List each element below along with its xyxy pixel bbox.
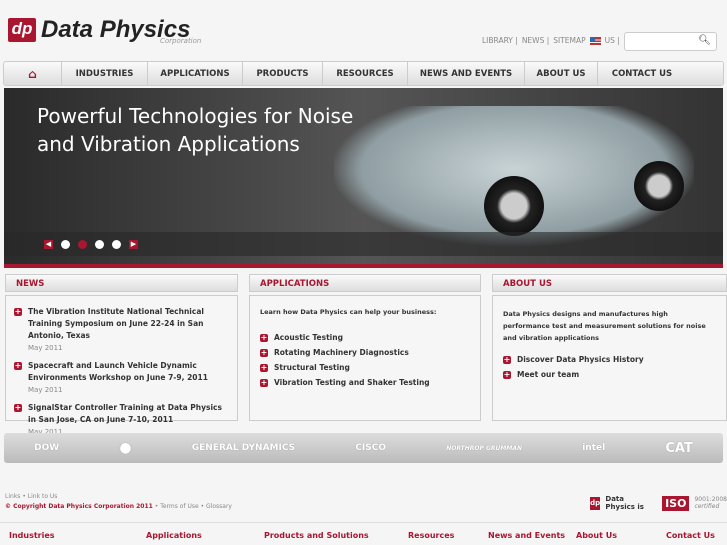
library-link[interactable]: LIBRARY | bbox=[482, 36, 518, 45]
car-image bbox=[334, 106, 694, 246]
terms-link[interactable]: • Terms of Use • Glossary bbox=[153, 503, 232, 510]
iso-mark: ISO bbox=[662, 495, 690, 511]
cat-logo[interactable]: CAT bbox=[665, 441, 692, 456]
about-link[interactable]: + Meet our team bbox=[503, 369, 716, 381]
plus-icon: + bbox=[260, 348, 268, 357]
nav-products[interactable]: PRODUCTS bbox=[243, 62, 323, 85]
slide-dot[interactable] bbox=[95, 239, 104, 249]
plus-icon: + bbox=[260, 333, 268, 342]
hero-banner[interactable]: Powerful Technologies for Noise and Vibr… bbox=[4, 88, 723, 268]
news-item[interactable]: + Spacecraft and Launch Vehicle Dynamic E… bbox=[14, 360, 229, 396]
nav-applications[interactable]: APPLICATIONS bbox=[148, 62, 243, 85]
footer-resources[interactable]: Resources bbox=[408, 531, 454, 540]
footer-news[interactable]: News and Events bbox=[488, 531, 565, 540]
nav-news-events[interactable]: NEWS AND EVENTS bbox=[408, 62, 525, 85]
nav-about[interactable]: ABOUT US bbox=[525, 62, 598, 85]
divider bbox=[0, 522, 727, 523]
footer-products[interactable]: Products and Solutions bbox=[264, 531, 369, 540]
sitemap-link[interactable]: SITEMAP bbox=[553, 36, 585, 45]
client-logos: DOW ● GENERAL DYNAMICS CISCO NORTHROP GR… bbox=[4, 433, 723, 463]
copyright: © Copyright Data Physics Corporation 201… bbox=[5, 503, 153, 510]
home-icon[interactable]: ⌂ bbox=[4, 62, 62, 85]
footer-applications[interactable]: Applications bbox=[146, 531, 202, 540]
links-link[interactable]: Links • Link to Us bbox=[5, 492, 232, 502]
about-intro: Data Physics designs and manufactures hi… bbox=[503, 310, 706, 342]
intel-logo[interactable]: intel bbox=[582, 443, 605, 453]
top-links: LIBRARY | NEWS | SITEMAP US | bbox=[482, 36, 620, 45]
about-link[interactable]: + Discover Data Physics History bbox=[503, 354, 716, 366]
plus-icon: + bbox=[260, 378, 268, 387]
footer-links: Links • Link to Us © Copyright Data Phys… bbox=[5, 492, 232, 512]
footer-industries[interactable]: Industries bbox=[9, 531, 55, 540]
slider-controls: ◀ ▶ bbox=[4, 232, 723, 256]
plus-icon: + bbox=[14, 307, 22, 316]
news-item[interactable]: + The Vibration Institute National Techni… bbox=[14, 306, 229, 354]
iso-text: Data Physics is bbox=[605, 495, 644, 511]
application-link[interactable]: + Acoustic Testing bbox=[260, 332, 470, 344]
footer-contact[interactable]: Contact Us bbox=[666, 531, 715, 540]
dow-logo[interactable]: DOW bbox=[34, 443, 59, 453]
us-flag-icon[interactable] bbox=[589, 36, 601, 45]
slide-dot[interactable] bbox=[112, 239, 121, 249]
dp-logo-icon: dp bbox=[590, 496, 601, 510]
plus-icon: + bbox=[503, 355, 511, 364]
plus-icon: + bbox=[14, 403, 22, 412]
search-input[interactable]: 🔍︎ bbox=[624, 32, 717, 51]
northrop-grumman-logo[interactable]: NORTHROP GRUMMAN bbox=[446, 445, 522, 452]
application-link[interactable]: + Rotating Machinery Diagnostics bbox=[260, 347, 470, 359]
footer-about[interactable]: About Us bbox=[576, 531, 617, 540]
news-panel: NEWS + The Vibration Institute National T… bbox=[5, 274, 238, 436]
nav-industries[interactable]: INDUSTRIES bbox=[62, 62, 148, 85]
nav-resources[interactable]: RESOURCES bbox=[323, 62, 408, 85]
next-arrow-icon[interactable]: ▶ bbox=[129, 239, 138, 249]
slide-dot[interactable] bbox=[61, 239, 70, 249]
plus-icon: + bbox=[14, 361, 22, 370]
prev-arrow-icon[interactable]: ◀ bbox=[44, 239, 53, 249]
iso-badge: dp Data Physics is ISO 9001:2008 certifie… bbox=[590, 495, 727, 511]
nav-contact[interactable]: CONTACT US bbox=[598, 62, 686, 85]
logo[interactable]: dp Data Physics Corporation bbox=[8, 18, 201, 45]
main-nav: ⌂ INDUSTRIES APPLICATIONS PRODUCTS RESOU… bbox=[3, 61, 724, 86]
applications-intro: Learn how Data Physics can help your bus… bbox=[260, 308, 437, 316]
news-link[interactable]: NEWS | bbox=[522, 36, 549, 45]
general-dynamics-logo[interactable]: GENERAL DYNAMICS bbox=[192, 443, 295, 453]
application-link[interactable]: + Structural Testing bbox=[260, 362, 470, 374]
news-heading: NEWS bbox=[5, 274, 238, 292]
application-link[interactable]: + Vibration Testing and Shaker Testing bbox=[260, 377, 470, 389]
logo-mark: dp bbox=[8, 18, 36, 42]
about-panel: ABOUT US Data Physics designs and manufa… bbox=[492, 274, 727, 422]
hero-title: Powerful Technologies for Noise and Vibr… bbox=[37, 104, 354, 156]
search-icon[interactable]: 🔍︎ bbox=[698, 35, 711, 46]
about-heading: ABOUT US bbox=[492, 274, 727, 292]
slide-dot-active[interactable] bbox=[78, 239, 87, 249]
plus-icon: + bbox=[260, 363, 268, 372]
plus-icon: + bbox=[503, 370, 511, 379]
logo-sub: Corporation bbox=[160, 37, 202, 45]
applications-panel: APPLICATIONS Learn how Data Physics can … bbox=[249, 274, 481, 422]
applications-heading: APPLICATIONS bbox=[249, 274, 481, 292]
apple-logo[interactable]: ● bbox=[119, 440, 131, 456]
region-link[interactable]: US | bbox=[605, 36, 620, 45]
cisco-logo[interactable]: CISCO bbox=[355, 443, 386, 453]
